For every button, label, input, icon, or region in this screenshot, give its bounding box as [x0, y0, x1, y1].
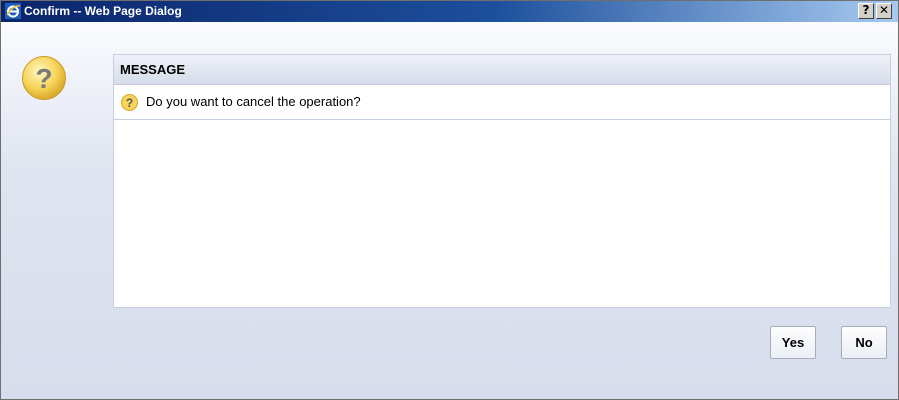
no-button[interactable]: No [841, 326, 887, 359]
svg-text:?: ? [35, 63, 52, 94]
message-text: Do you want to cancel the operation? [146, 94, 361, 109]
panel-header: MESSAGE [114, 55, 890, 85]
message-panel: MESSAGE ? Do you want to cancel the oper… [113, 54, 891, 308]
svg-text:?: ? [126, 96, 133, 110]
question-icon: ? [22, 56, 66, 100]
title-bar: Confirm -- Web Page Dialog ? ✕ [1, 1, 898, 22]
internet-explorer-icon [5, 3, 21, 19]
panel-header-label: MESSAGE [120, 62, 186, 77]
help-button[interactable]: ? [858, 3, 874, 19]
close-button[interactable]: ✕ [876, 3, 892, 19]
yes-button[interactable]: Yes [770, 326, 816, 359]
small-question-icon: ? [121, 94, 138, 111]
window-title: Confirm -- Web Page Dialog [24, 4, 182, 18]
message-row: ? Do you want to cancel the operation? [114, 85, 890, 120]
confirm-dialog: Confirm -- Web Page Dialog ? ✕ ? MESSAGE… [0, 0, 899, 400]
